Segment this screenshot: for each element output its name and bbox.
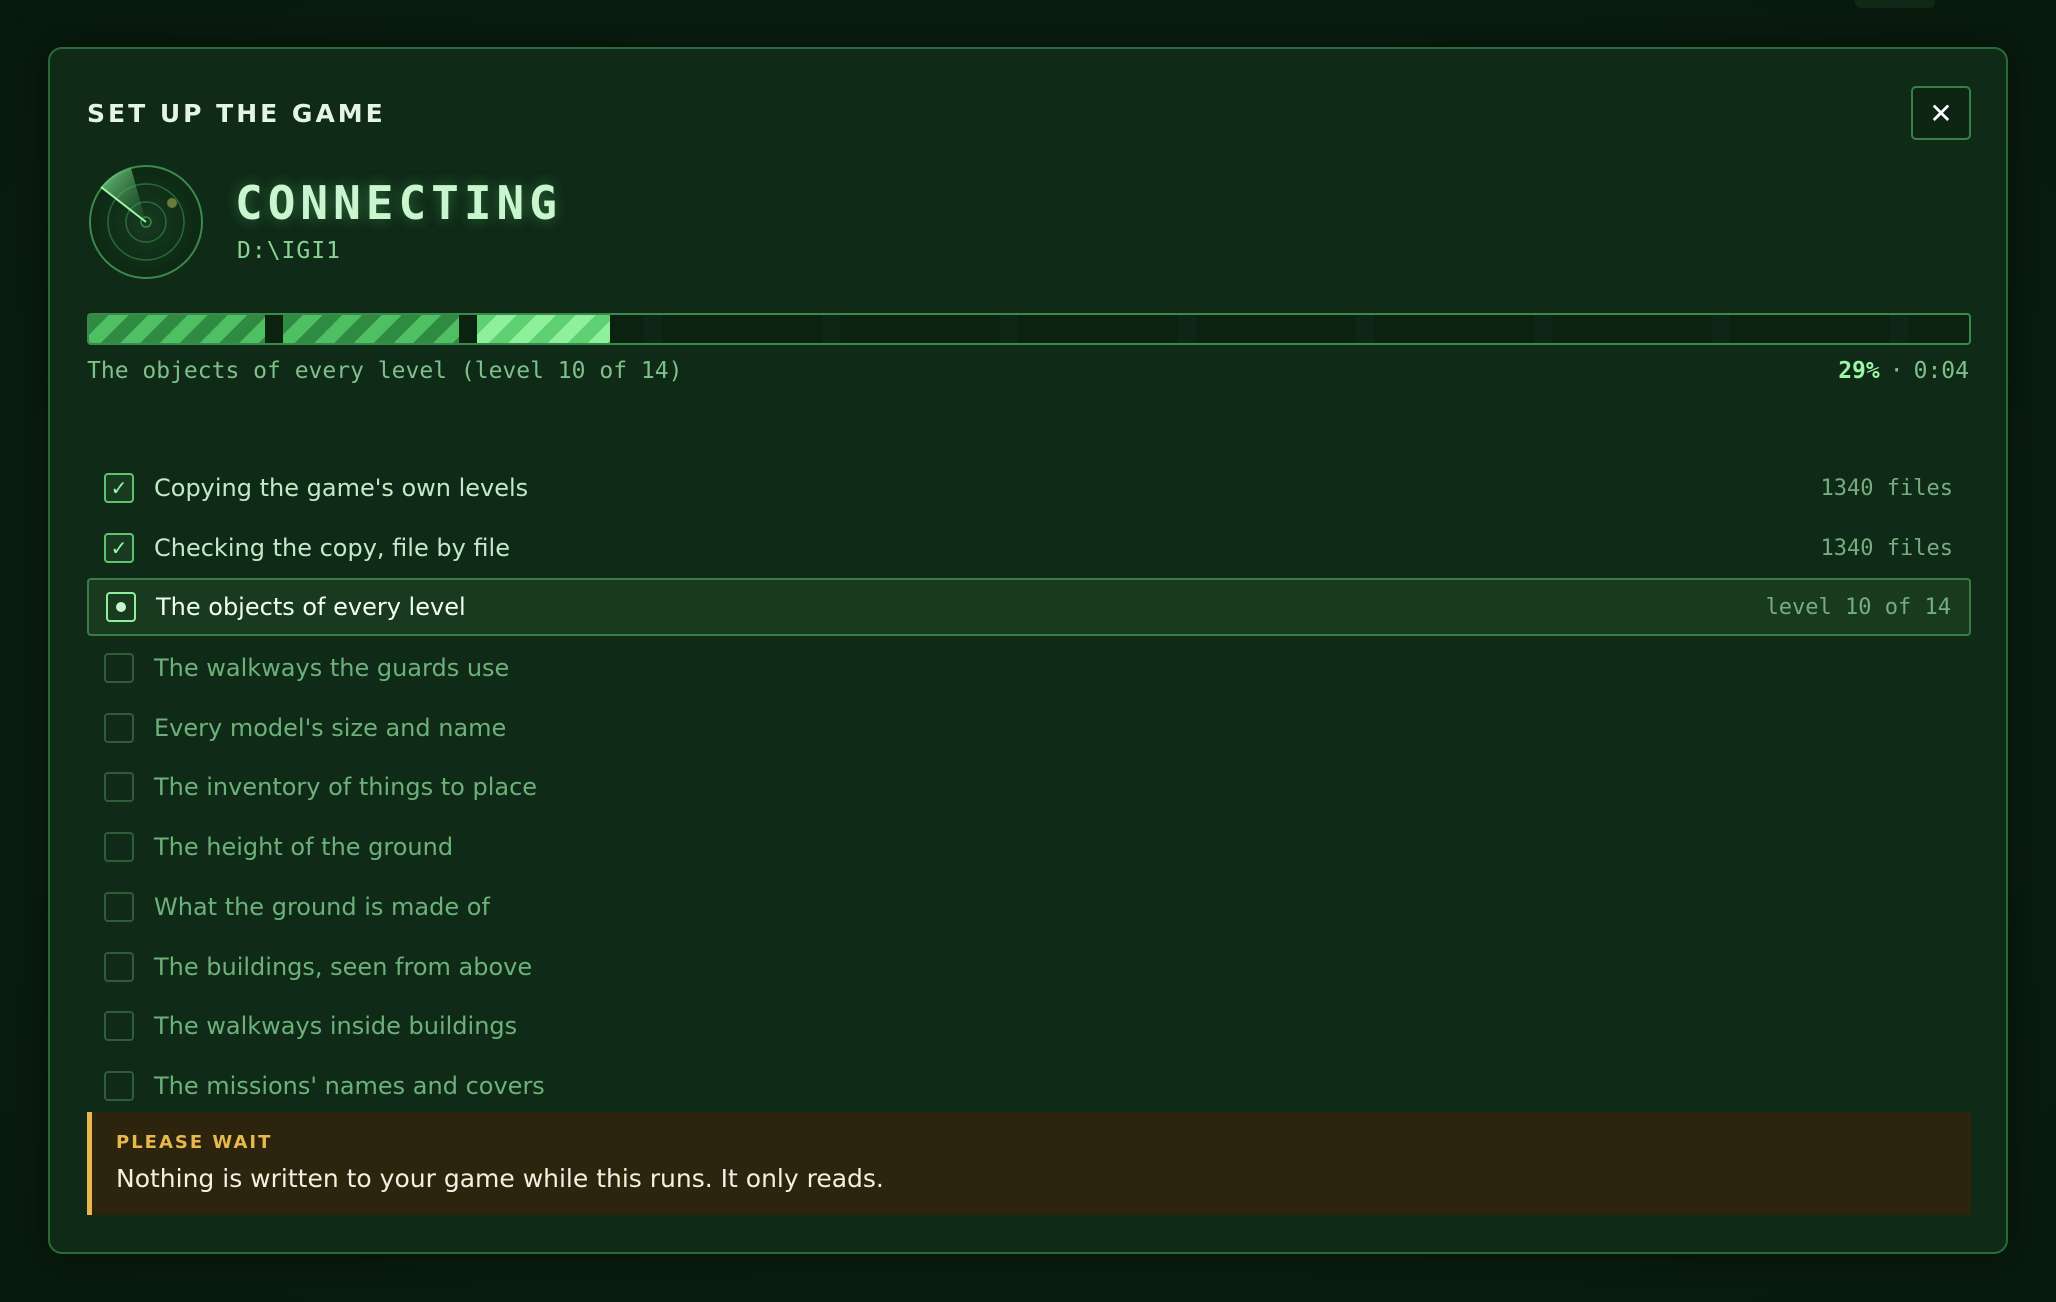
progress-step-marker: [822, 315, 840, 343]
notice-title: PLEASE WAIT: [116, 1132, 273, 1153]
empty-checkbox-icon: [104, 952, 134, 982]
progress-segment: [89, 315, 265, 343]
progress-step-marker: [1178, 315, 1196, 343]
step-detail: 1340 files: [1820, 535, 1953, 561]
step-row: The walkways inside buildings: [87, 997, 1971, 1055]
step-label: The inventory of things to place: [154, 773, 538, 801]
progress-stats: 29% · 0:04: [1838, 358, 1969, 384]
game-path: D:\IGI1: [237, 238, 341, 264]
empty-checkbox-icon: [104, 892, 134, 922]
progress-segment: [283, 315, 459, 343]
step-row: The missions' names and covers: [87, 1057, 1971, 1115]
step-label: Copying the game's own levels: [154, 474, 529, 502]
notice-text: Nothing is written to your game while th…: [116, 1164, 884, 1193]
step-row: The height of the ground: [87, 818, 1971, 876]
setup-dialog: SET UP THE GAME ✕ CONNECTING D:\IGI1 The…: [48, 47, 2008, 1254]
progress-step-marker: [1890, 315, 1908, 343]
notice-box: PLEASE WAIT Nothing is written to your g…: [87, 1112, 1971, 1215]
step-label: The walkways the guards use: [154, 654, 510, 682]
step-label: The height of the ground: [154, 833, 454, 861]
progress-segment: [477, 315, 610, 343]
progress-caption: The objects of every level (level 10 of …: [87, 358, 683, 384]
progress-percent: 29%: [1838, 358, 1880, 384]
step-row: The objects of every level level 10 of 14: [87, 578, 1971, 636]
in-progress-icon: [106, 592, 136, 622]
step-row: The inventory of things to place: [87, 758, 1971, 816]
empty-checkbox-icon: [104, 772, 134, 802]
empty-checkbox-icon: [104, 832, 134, 862]
close-button[interactable]: ✕: [1911, 86, 1971, 140]
elapsed-time: 0:04: [1913, 358, 1969, 384]
step-row: The buildings, seen from above: [87, 938, 1971, 996]
progress-step-marker: [1712, 315, 1730, 343]
checkmark-icon: ✓: [104, 473, 134, 503]
dialog-title: SET UP THE GAME: [87, 99, 386, 128]
empty-checkbox-icon: [104, 1011, 134, 1041]
checkmark-icon: ✓: [104, 533, 134, 563]
step-label: The objects of every level: [156, 593, 466, 621]
progress-step-marker: [644, 315, 662, 343]
empty-checkbox-icon: [104, 713, 134, 743]
background-tab: [1855, 0, 1935, 8]
close-icon: ✕: [1929, 96, 1953, 130]
radar-icon: [89, 165, 203, 279]
status-title: CONNECTING: [235, 176, 562, 230]
step-label: The walkways inside buildings: [154, 1012, 518, 1040]
active-dot: [116, 602, 126, 612]
stats-separator: ·: [1889, 358, 1904, 384]
empty-checkbox-icon: [104, 1071, 134, 1101]
step-label: The missions' names and covers: [154, 1072, 545, 1100]
step-detail: 1340 files: [1820, 475, 1953, 501]
progress-bar: [87, 313, 1971, 345]
progress-step-marker: [1356, 315, 1374, 343]
step-row: What the ground is made of: [87, 878, 1971, 936]
step-detail: level 10 of 14: [1765, 594, 1951, 620]
step-row: The walkways the guards use: [87, 639, 1971, 697]
step-row: ✓ Copying the game's own levels 1340 files: [87, 459, 1971, 517]
empty-checkbox-icon: [104, 653, 134, 683]
step-label: What the ground is made of: [154, 893, 490, 921]
progress-step-marker: [1534, 315, 1552, 343]
step-label: Every model's size and name: [154, 714, 507, 742]
progress-step-marker: [1000, 315, 1018, 343]
step-row: Every model's size and name: [87, 699, 1971, 757]
step-row: ✓ Checking the copy, file by file 1340 fil…: [87, 519, 1971, 577]
step-label: The buildings, seen from above: [154, 953, 533, 981]
step-label: Checking the copy, file by file: [154, 534, 510, 562]
